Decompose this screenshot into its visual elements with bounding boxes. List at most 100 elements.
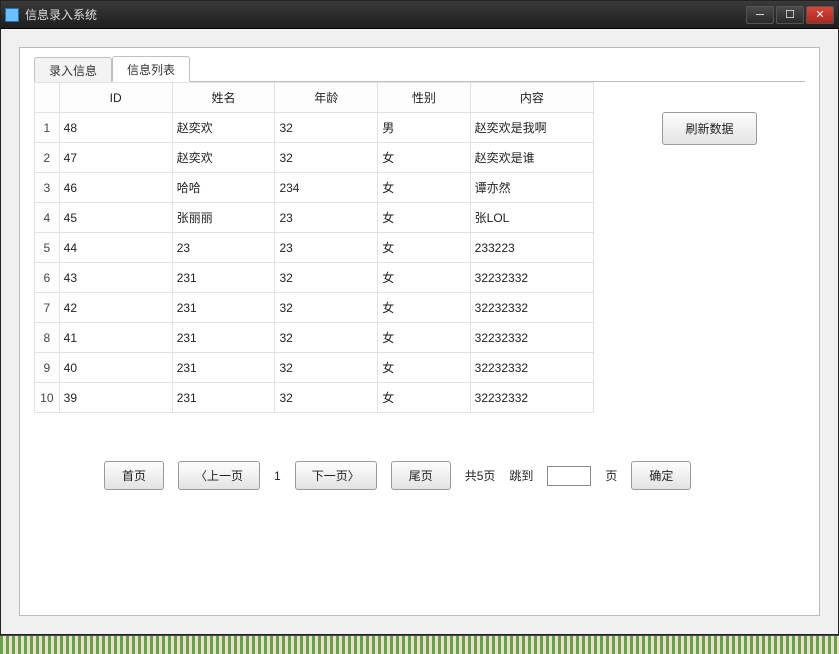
page-suffix: 页 (605, 467, 617, 484)
main-panel: 录入信息 信息列表 ID 姓名 年龄 性别 内容 (19, 47, 820, 616)
cell-name: 张丽丽 (172, 203, 275, 233)
table-row[interactable]: 346哈哈234女谭亦然 (35, 173, 594, 203)
cell-name: 231 (172, 323, 275, 353)
cell-content: 32232332 (470, 353, 593, 383)
pager: 首页 〈上一页 1 下一页〉 尾页 共5页 跳到 页 确定 (34, 461, 805, 490)
cell-content: 233223 (470, 233, 593, 263)
header-id[interactable]: ID (59, 83, 172, 113)
close-button[interactable]: ✕ (806, 6, 834, 24)
cell-gender: 女 (378, 383, 470, 413)
cell-rownum: 5 (35, 233, 60, 263)
table-row[interactable]: 94023132女32232332 (35, 353, 594, 383)
cell-name: 231 (172, 293, 275, 323)
cell-id: 44 (59, 233, 172, 263)
cell-age: 32 (275, 323, 378, 353)
tab-content: ID 姓名 年龄 性别 内容 148赵奕欢32男赵奕欢是我啊247赵奕欢32女赵… (34, 82, 805, 413)
cell-gender: 女 (378, 293, 470, 323)
cell-id: 41 (59, 323, 172, 353)
cell-content: 32232332 (470, 323, 593, 353)
cell-id: 48 (59, 113, 172, 143)
cell-id: 46 (59, 173, 172, 203)
table-row[interactable]: 64323132女32232332 (35, 263, 594, 293)
cell-id: 45 (59, 203, 172, 233)
header-content[interactable]: 内容 (470, 83, 593, 113)
cell-gender: 女 (378, 233, 470, 263)
minimize-button[interactable]: ─ (746, 6, 774, 24)
cell-gender: 女 (378, 263, 470, 293)
table-row[interactable]: 445张丽丽23女张LOL (35, 203, 594, 233)
cell-content: 谭亦然 (470, 173, 593, 203)
cell-id: 39 (59, 383, 172, 413)
cell-name: 231 (172, 353, 275, 383)
confirm-button[interactable]: 确定 (631, 461, 691, 490)
cell-name: 23 (172, 233, 275, 263)
cell-id: 40 (59, 353, 172, 383)
tab-entry[interactable]: 录入信息 (34, 57, 112, 82)
cell-content: 32232332 (470, 383, 593, 413)
cell-id: 47 (59, 143, 172, 173)
cell-rownum: 6 (35, 263, 60, 293)
refresh-button[interactable]: 刷新数据 (662, 112, 756, 145)
cell-age: 32 (275, 353, 378, 383)
cell-gender: 女 (378, 173, 470, 203)
header-gender[interactable]: 性别 (378, 83, 470, 113)
cell-gender: 女 (378, 323, 470, 353)
total-pages: 共5页 (465, 467, 496, 484)
cell-rownum: 1 (35, 113, 60, 143)
window-title: 信息录入系统 (25, 6, 744, 23)
cell-gender: 女 (378, 143, 470, 173)
cell-rownum: 8 (35, 323, 60, 353)
cell-rownum: 2 (35, 143, 60, 173)
maximize-button[interactable]: ☐ (776, 6, 804, 24)
header-name[interactable]: 姓名 (172, 83, 275, 113)
cell-content: 32232332 (470, 263, 593, 293)
titlebar[interactable]: 信息录入系统 ─ ☐ ✕ (1, 1, 838, 29)
table-row[interactable]: 103923132女32232332 (35, 383, 594, 413)
table-row[interactable]: 247赵奕欢32女赵奕欢是谁 (35, 143, 594, 173)
cell-gender: 女 (378, 353, 470, 383)
cell-rownum: 4 (35, 203, 60, 233)
cell-age: 234 (275, 173, 378, 203)
table-row[interactable]: 84123132女32232332 (35, 323, 594, 353)
cell-name: 赵奕欢 (172, 143, 275, 173)
cell-content: 赵奕欢是我啊 (470, 113, 593, 143)
current-page: 1 (274, 469, 281, 483)
data-table: ID 姓名 年龄 性别 内容 148赵奕欢32男赵奕欢是我啊247赵奕欢32女赵… (34, 82, 594, 413)
cell-age: 32 (275, 293, 378, 323)
cell-gender: 女 (378, 203, 470, 233)
cell-age: 32 (275, 383, 378, 413)
side-panel: 刷新数据 (614, 82, 805, 413)
tab-bar: 录入信息 信息列表 (34, 58, 805, 82)
table-wrap: ID 姓名 年龄 性别 内容 148赵奕欢32男赵奕欢是我啊247赵奕欢32女赵… (34, 82, 594, 413)
cell-id: 43 (59, 263, 172, 293)
cell-content: 32232332 (470, 293, 593, 323)
first-page-button[interactable]: 首页 (104, 461, 164, 490)
cell-name: 231 (172, 263, 275, 293)
jump-label: 跳到 (509, 467, 533, 484)
prev-page-button[interactable]: 〈上一页 (178, 461, 260, 490)
cell-content: 张LOL (470, 203, 593, 233)
jump-input[interactable] (547, 466, 591, 486)
table-row[interactable]: 148赵奕欢32男赵奕欢是我啊 (35, 113, 594, 143)
header-rownum (35, 83, 60, 113)
cell-age: 32 (275, 263, 378, 293)
table-row[interactable]: 74223132女32232332 (35, 293, 594, 323)
cell-age: 23 (275, 233, 378, 263)
app-window: 信息录入系统 ─ ☐ ✕ 录入信息 信息列表 ID (0, 0, 839, 635)
app-icon (5, 8, 19, 22)
cell-name: 哈哈 (172, 173, 275, 203)
cell-age: 23 (275, 203, 378, 233)
cell-rownum: 3 (35, 173, 60, 203)
header-age[interactable]: 年龄 (275, 83, 378, 113)
cell-content: 赵奕欢是谁 (470, 143, 593, 173)
next-page-button[interactable]: 下一页〉 (295, 461, 377, 490)
table-row[interactable]: 5442323女233223 (35, 233, 594, 263)
tab-list[interactable]: 信息列表 (112, 56, 190, 82)
client-area: 录入信息 信息列表 ID 姓名 年龄 性别 内容 (1, 29, 838, 634)
cell-age: 32 (275, 143, 378, 173)
cell-gender: 男 (378, 113, 470, 143)
cell-rownum: 7 (35, 293, 60, 323)
cell-age: 32 (275, 113, 378, 143)
last-page-button[interactable]: 尾页 (391, 461, 451, 490)
cell-name: 赵奕欢 (172, 113, 275, 143)
